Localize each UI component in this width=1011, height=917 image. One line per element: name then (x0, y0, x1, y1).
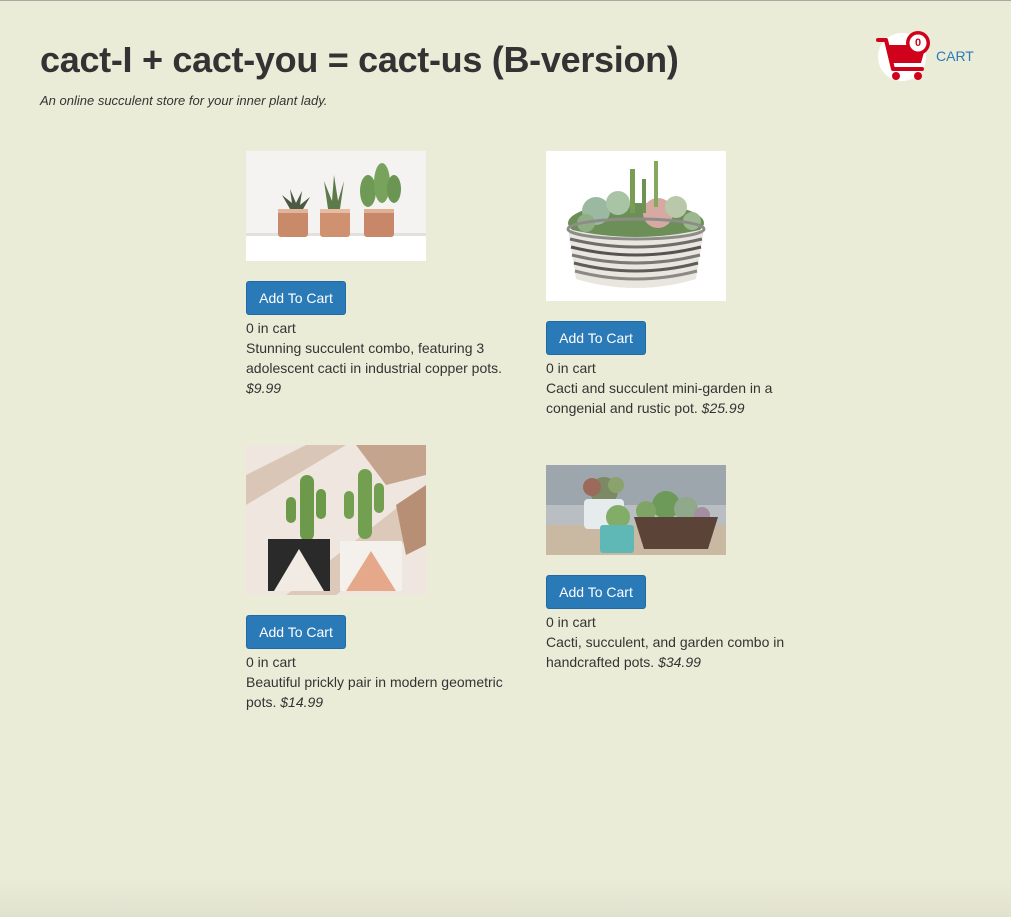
add-to-cart-button[interactable]: Add To Cart (246, 615, 346, 649)
cart-link[interactable]: 0 CART (876, 31, 986, 83)
bottom-shadow (0, 877, 1011, 917)
product-description: Beautiful prickly pair in modern geometr… (246, 674, 503, 710)
mini-garden-bowl-image (546, 151, 726, 301)
page-subtitle: An online succulent store for your inner… (40, 93, 328, 108)
in-cart-count: 0 in cart (546, 360, 596, 376)
product-price: $34.99 (658, 654, 701, 670)
product-price: $25.99 (701, 400, 745, 416)
in-cart-count: 0 in cart (246, 320, 296, 336)
add-to-cart-button[interactable]: Add To Cart (546, 575, 646, 609)
in-cart-count: 0 in cart (246, 654, 296, 670)
product-card: Add To Cart 0 in cart Cacti and succulen… (546, 151, 806, 418)
product-description: Cacti and succulent mini-garden in a con… (546, 380, 773, 416)
in-cart-count: 0 in cart (546, 614, 596, 630)
geometric-pots-image (246, 445, 426, 595)
product-card: Add To Cart 0 in cart Beautiful prickly … (246, 445, 506, 712)
add-to-cart-button[interactable]: Add To Cart (246, 281, 346, 315)
product-price: $14.99 (280, 694, 324, 710)
three-copper-pots-image (246, 151, 426, 261)
product-card: Add To Cart 0 in cart Cacti, succulent, … (546, 465, 806, 672)
cart-count-badge: 0 (914, 37, 922, 49)
product-description: Stunning succulent combo, featuring 3 ad… (246, 340, 503, 396)
product-price: $9.99 (246, 380, 282, 396)
product-card: Add To Cart 0 in cart Stunning succulent… (246, 151, 506, 398)
garden-combo-image (546, 465, 726, 555)
add-to-cart-button[interactable]: Add To Cart (546, 321, 646, 355)
page-title: cact-I + cact-you = cact-us (B-version) (40, 39, 679, 80)
product-description: Cacti, succulent, and garden combo in ha… (546, 634, 785, 670)
cart-label[interactable]: CART (936, 48, 974, 64)
